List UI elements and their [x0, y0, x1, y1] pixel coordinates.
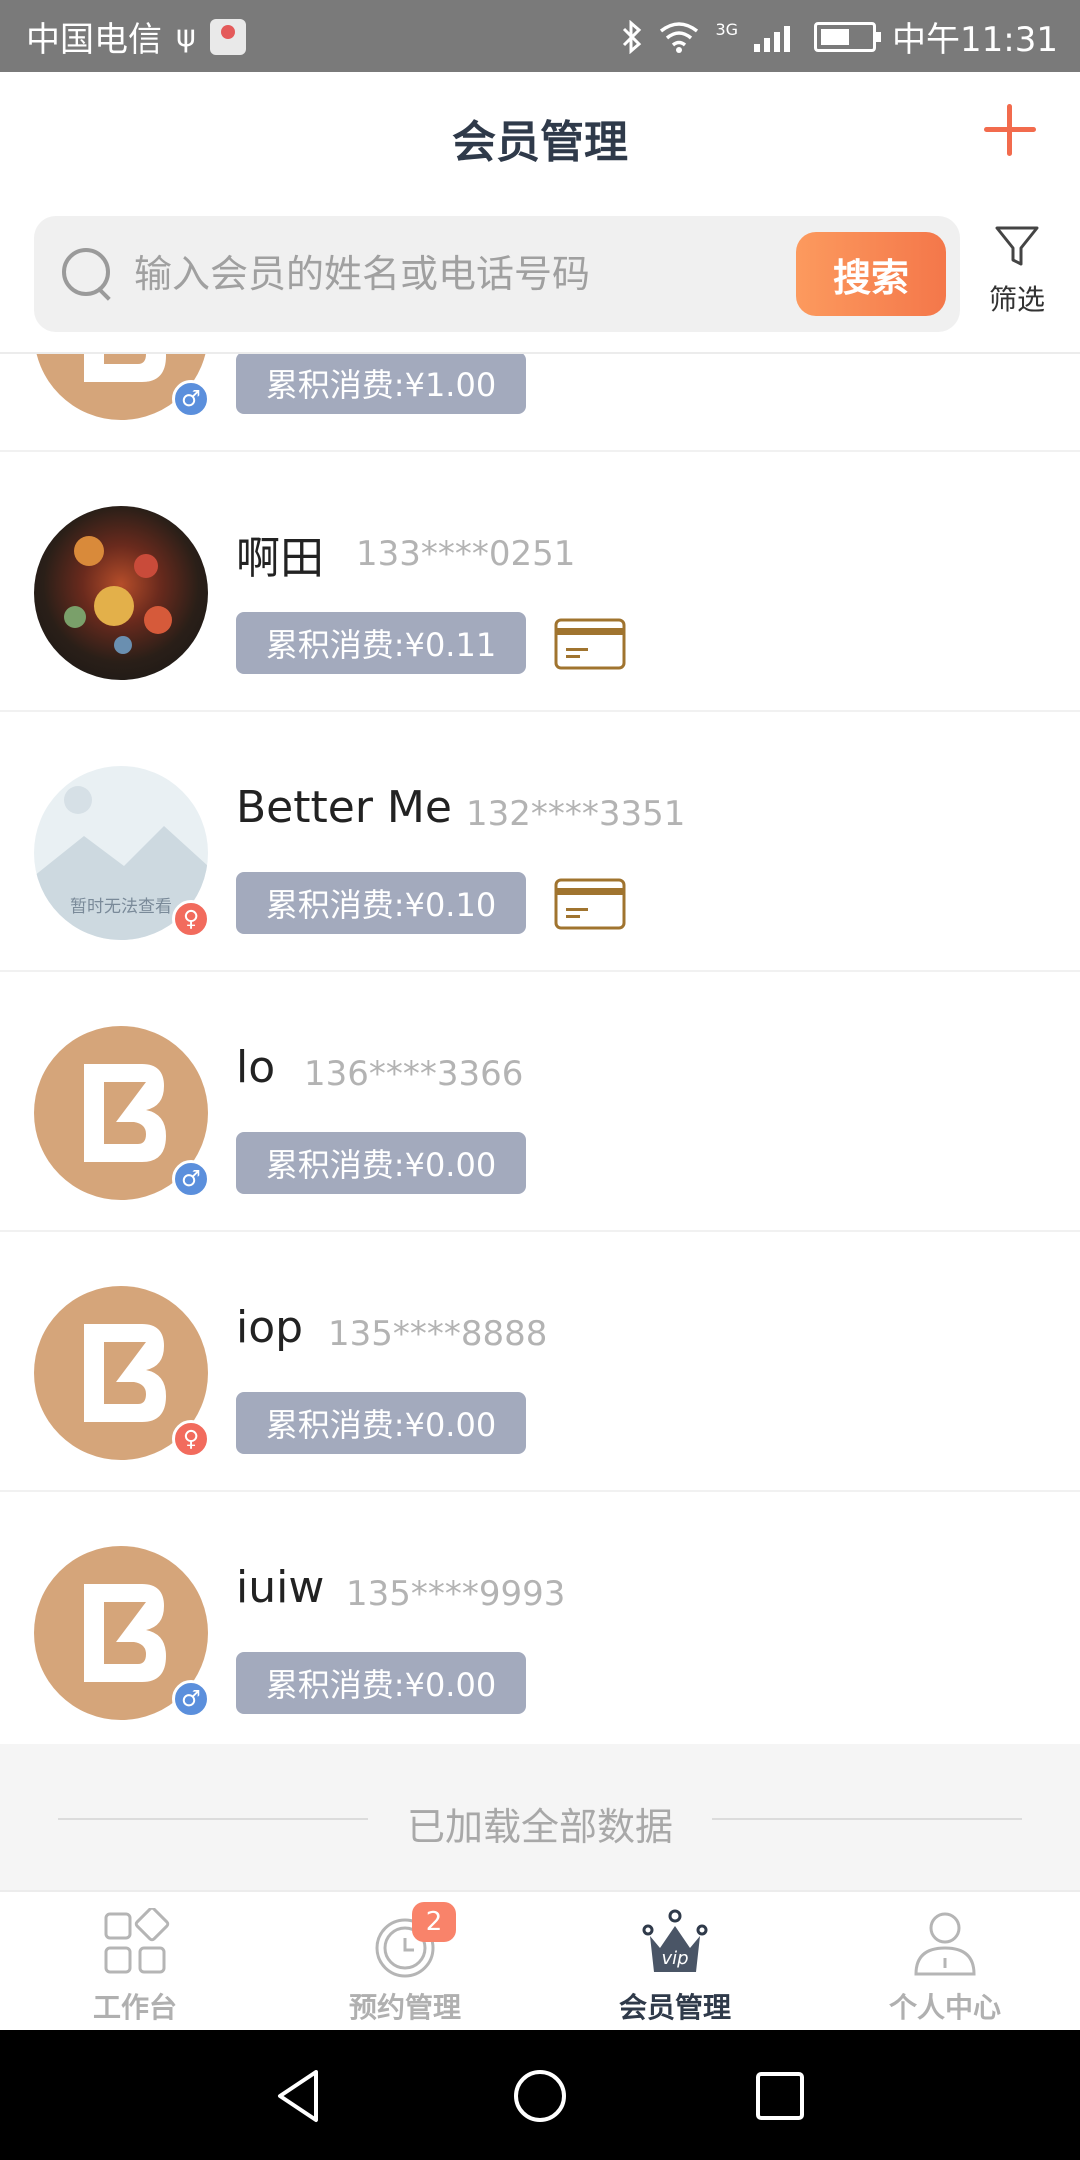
- spend-badge: 累积消费:¥0.00: [236, 1132, 526, 1194]
- filter-button[interactable]: 筛选: [984, 222, 1050, 326]
- member-row[interactable]: 啊田 133****0251 累积消费:¥0.11: [0, 452, 1080, 712]
- status-right: 3G 中午11:31: [621, 12, 1058, 61]
- bottom-tab-bar: 工作台 2 预约管理 vip 会员管理 个人中心: [0, 1890, 1080, 2030]
- member-name: lo: [236, 1042, 276, 1093]
- add-member-button[interactable]: [984, 104, 1036, 156]
- spend-badge: 累积消费:¥1.00: [236, 354, 526, 414]
- notification-badge: 2: [412, 1902, 456, 1942]
- tab-workbench[interactable]: 工作台: [0, 1892, 270, 2032]
- tab-appointments[interactable]: 2 预约管理: [270, 1892, 540, 2032]
- tab-label: 工作台: [92, 1991, 177, 2024]
- member-name: iuiw: [236, 1562, 325, 1613]
- member-row[interactable]: ♀ iop 135****8888 累积消费:¥0.00: [0, 1232, 1080, 1492]
- network-type-label: 3G: [715, 20, 739, 39]
- member-phone: 136****3366: [304, 1054, 524, 1094]
- member-card-icon[interactable]: [554, 878, 626, 930]
- battery-icon: [814, 21, 882, 52]
- spend-badge: 累积消费:¥0.00: [236, 1392, 526, 1454]
- search-bar: 搜索: [34, 216, 960, 332]
- male-icon: ♂: [172, 380, 210, 418]
- app-notification-icon: [209, 18, 246, 55]
- list-end-indicator: 已加载全部数据: [0, 1744, 1080, 1890]
- vip-crown-icon: vip: [642, 1909, 708, 1972]
- search-icon: [62, 248, 110, 296]
- search-input[interactable]: [134, 240, 794, 308]
- bluetooth-icon: [623, 19, 642, 54]
- spend-badge: 累积消费:¥0.00: [236, 1652, 526, 1714]
- member-phone: 132****3351: [466, 794, 686, 834]
- member-list[interactable]: ♂ 累积消费:¥1.00 啊田 133****0251 累积消费:¥0.11 暂…: [0, 354, 1080, 1744]
- spend-badge: 累积消费:¥0.11: [236, 612, 526, 674]
- member-row[interactable]: ♂ iuiw 135****9993 累积消费:¥0.00: [0, 1492, 1080, 1744]
- female-icon: ♀: [172, 900, 210, 938]
- svg-text:vip: vip: [661, 1948, 688, 1969]
- filter-icon: [995, 226, 1039, 266]
- tab-members[interactable]: vip 会员管理: [540, 1892, 810, 2032]
- member-phone: 135****9993: [346, 1574, 566, 1614]
- member-phone: 133****0251: [356, 534, 576, 574]
- recent-apps-icon[interactable]: [750, 2066, 810, 2126]
- status-bar: 中国电信 ψ 3G 中午11:31: [0, 0, 1080, 72]
- tab-profile[interactable]: 个人中心: [810, 1892, 1080, 2032]
- member-name: Better Me: [236, 782, 452, 833]
- home-icon[interactable]: [510, 2066, 570, 2126]
- divider-right: [712, 1818, 1022, 1820]
- search-button[interactable]: 搜索: [796, 232, 946, 316]
- list-end-text: 已加载全部数据: [406, 1805, 673, 1849]
- wifi-icon: [660, 21, 699, 53]
- tab-label: 会员管理: [618, 1991, 731, 2024]
- grid-icon: [104, 1908, 170, 1974]
- member-name: iop: [236, 1302, 304, 1353]
- member-name: 啊田: [236, 533, 324, 584]
- male-icon: ♂: [172, 1160, 210, 1198]
- person-icon: [914, 1912, 976, 1976]
- status-left: 中国电信 ψ: [26, 12, 246, 61]
- spend-badge: 累积消费:¥0.10: [236, 872, 526, 934]
- tab-label: 个人中心: [888, 1991, 1001, 2024]
- member-row[interactable]: ♂ lo 136****3366 累积消费:¥0.00: [0, 972, 1080, 1232]
- status-time: 中午11:31: [892, 20, 1058, 60]
- female-icon: ♀: [172, 1420, 210, 1458]
- male-icon: ♂: [172, 1680, 210, 1718]
- system-navigation-bar: [0, 2030, 1080, 2160]
- avatar: [34, 506, 208, 680]
- page-title: 会员管理: [452, 117, 628, 168]
- back-icon[interactable]: [270, 2066, 330, 2126]
- tab-label: 预约管理: [348, 1991, 461, 2024]
- filter-label: 筛选: [988, 283, 1045, 316]
- member-card-icon[interactable]: [554, 618, 626, 670]
- member-row[interactable]: 暂时无法查看 ♀ Better Me 132****3351 累积消费:¥0.1…: [0, 712, 1080, 972]
- signal-icon: [754, 22, 798, 52]
- usb-icon: ψ: [176, 19, 196, 54]
- member-phone: 135****8888: [328, 1314, 548, 1354]
- member-row[interactable]: ♂ 累积消费:¥1.00: [0, 354, 1080, 452]
- carrier-name: 中国电信: [26, 20, 162, 60]
- app-header: 会员管理: [0, 72, 1080, 202]
